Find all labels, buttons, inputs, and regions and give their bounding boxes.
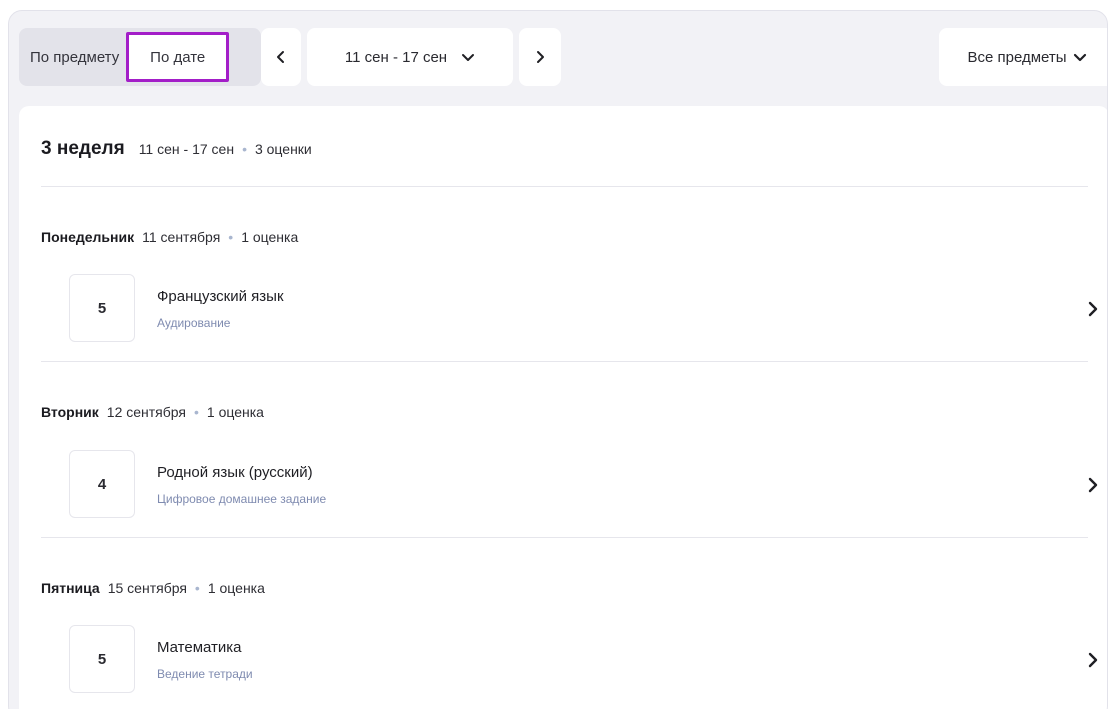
day-header: Пятница 15 сентября • 1 оценка <box>41 580 265 596</box>
chevron-down-icon <box>1073 53 1086 62</box>
day-grade-count: 1 оценка <box>206 404 264 420</box>
week-range: 11 сен - 17 сен <box>138 141 235 157</box>
subjects-filter-label: Все предметы <box>967 48 1067 66</box>
day-name: Понедельник <box>41 229 135 245</box>
divider <box>41 537 1088 538</box>
next-week-button[interactable] <box>519 28 561 86</box>
grade-row[interactable]: 4 Родной язык (русский) Цифровое домашне… <box>41 450 1101 520</box>
divider <box>41 186 1088 187</box>
week-header: 3 неделя 11 сен - 17 сен • 3 оценки <box>41 138 312 160</box>
day-date: 12 сентября <box>106 404 186 420</box>
chevron-left-icon <box>277 51 284 63</box>
day-grade-count: 1 оценка <box>241 229 299 245</box>
subject-name: Родной язык (русский) <box>157 464 313 481</box>
separator-dot: • <box>228 229 234 245</box>
grades-panel: По предмету По дате 11 сен - 17 сен Все … <box>8 10 1108 709</box>
grade-row[interactable]: 5 Математика Ведение тетради <box>41 625 1101 695</box>
subjects-filter-dropdown[interactable]: Все предметы <box>939 28 1107 86</box>
date-range-label: 11 сен - 17 сен <box>344 48 448 66</box>
chevron-right-icon <box>537 51 544 63</box>
toolbar: По предмету По дате 11 сен - 17 сен Все … <box>9 11 1107 101</box>
separator-dot: • <box>193 404 199 420</box>
work-type: Цифровое домашнее задание <box>157 492 327 506</box>
chevron-down-icon <box>462 54 475 61</box>
divider <box>41 361 1088 362</box>
separator-dot: • <box>194 580 200 596</box>
day-grade-count: 1 оценка <box>207 580 265 596</box>
chevron-right-icon <box>1088 652 1098 668</box>
work-type: Аудирование <box>157 316 231 330</box>
subject-name: Французский язык <box>157 288 284 305</box>
tab-by-date[interactable]: По дате <box>126 32 230 82</box>
day-date: 11 сентября <box>142 229 221 245</box>
view-mode-switch: По предмету По дате <box>19 28 261 86</box>
grades-card: 3 неделя 11 сен - 17 сен • 3 оценки Поне… <box>19 106 1107 709</box>
date-range-dropdown[interactable]: 11 сен - 17 сен <box>307 28 513 86</box>
day-header: Понедельник 11 сентября • 1 оценка <box>41 229 298 245</box>
day-name: Вторник <box>41 404 99 420</box>
grade-value: 4 <box>69 450 135 518</box>
chevron-right-icon <box>1088 477 1098 493</box>
day-name: Пятница <box>41 580 100 596</box>
grade-value: 5 <box>69 274 135 342</box>
grade-row[interactable]: 5 Французский язык Аудирование <box>41 274 1101 344</box>
day-header: Вторник 12 сентября • 1 оценка <box>41 404 264 420</box>
chevron-right-icon <box>1088 301 1098 317</box>
work-type: Ведение тетради <box>157 667 253 681</box>
grade-value: 5 <box>69 625 135 693</box>
separator-dot: • <box>242 141 247 157</box>
tab-by-subject[interactable]: По предмету <box>25 37 124 77</box>
subject-name: Математика <box>157 639 242 656</box>
day-date: 15 сентября <box>107 580 187 596</box>
week-title: 3 неделя <box>41 138 125 159</box>
week-grade-count: 3 оценки <box>254 141 312 157</box>
prev-week-button[interactable] <box>261 28 301 86</box>
